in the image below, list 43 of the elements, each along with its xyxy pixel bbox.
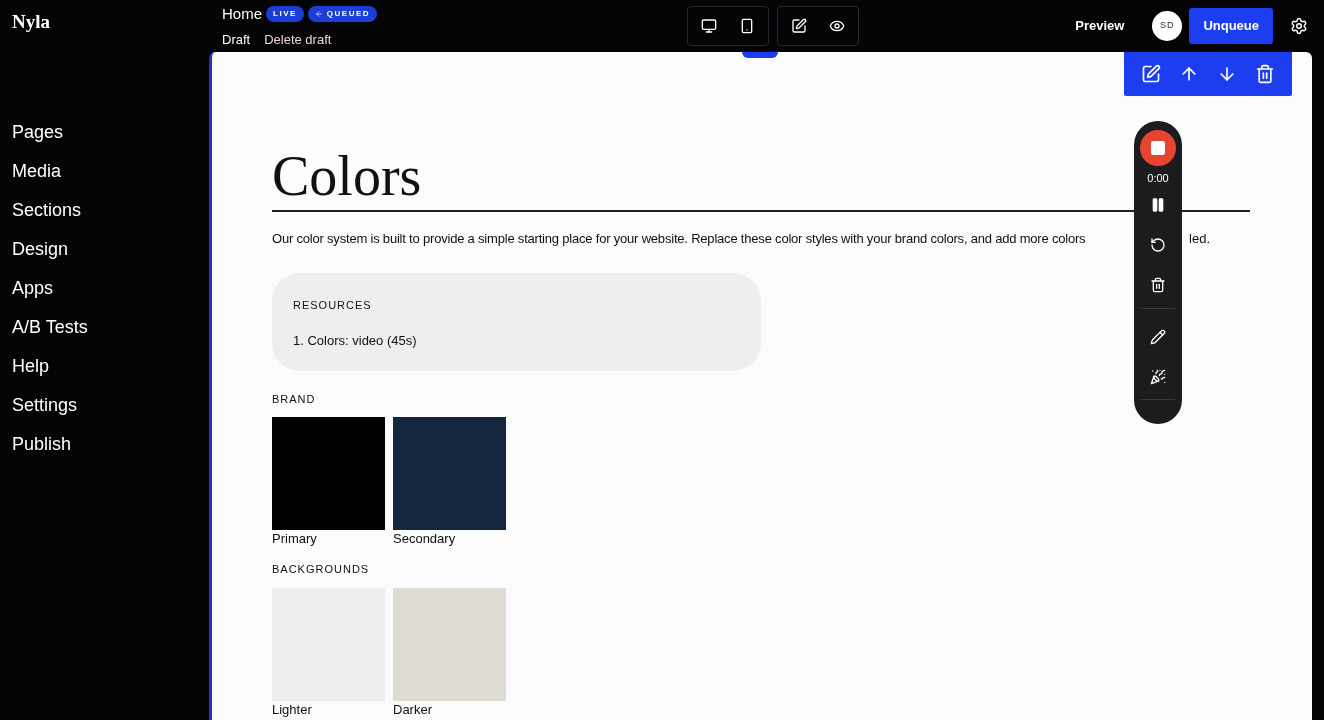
avatar[interactable]: SD <box>1152 11 1183 41</box>
add-section-button[interactable] <box>742 52 778 58</box>
swatch-label: Primary <box>272 531 318 547</box>
edit-button[interactable] <box>1141 64 1161 84</box>
description-text: Our color system is built to provide a simple starting place for your website. Replace these color styles with your brand colors, and add more colors <box>272 230 1086 248</box>
unqueue-button[interactable]: Unqueue <box>1189 8 1273 44</box>
logo[interactable]: Nyla <box>0 0 209 37</box>
page-title: Home <box>222 4 262 24</box>
sidebar-item[interactable]: Design <box>12 235 209 263</box>
swatch-label: Lighter <box>272 701 313 718</box>
effects-icon[interactable] <box>1150 368 1166 385</box>
draft-link[interactable]: Draft <box>222 29 251 49</box>
swatch-label: Secondary <box>393 531 457 547</box>
swatch-label: Darker <box>393 701 433 718</box>
delete-icon[interactable] <box>1150 276 1166 293</box>
sidebar-item[interactable]: Pages <box>12 118 209 146</box>
stop-button[interactable] <box>1140 130 1176 166</box>
description-text: led. <box>1189 230 1210 248</box>
sidebar-item[interactable]: Media <box>12 157 209 185</box>
status-badge: LIVE <box>266 6 304 23</box>
sidebar-item[interactable]: Publish <box>12 430 209 458</box>
pencil-icon[interactable] <box>1150 328 1166 345</box>
restart-icon[interactable] <box>1150 236 1166 253</box>
settings-icon[interactable] <box>1290 17 1308 35</box>
section-title: Colors <box>272 144 422 208</box>
sidebar-item[interactable]: Help <box>12 352 209 380</box>
recording-time: 0:00 <box>1147 171 1169 186</box>
preview-link[interactable]: Preview <box>1075 16 1125 36</box>
sidebar-item[interactable]: A/B Tests <box>12 313 209 341</box>
edit-icon <box>791 18 808 34</box>
delete-button[interactable] <box>1255 64 1275 84</box>
eye-icon <box>829 18 846 34</box>
sidebar-item[interactable]: Settings <box>12 391 209 419</box>
sidebar-item[interactable]: Sections <box>12 196 209 224</box>
group-heading: BRAND <box>272 391 317 407</box>
resource-link[interactable]: 1. Colors: video (45s) <box>293 331 740 351</box>
status-badge: QUEUED <box>307 6 378 23</box>
desktop-icon <box>701 18 718 34</box>
sidebar-item[interactable]: Apps <box>12 274 209 302</box>
draft-link[interactable]: Delete draft <box>264 29 332 49</box>
group-heading: BACKGROUNDS <box>272 562 371 577</box>
resources-heading: RESOURCES <box>293 297 373 313</box>
pause-icon[interactable] <box>1150 196 1166 213</box>
